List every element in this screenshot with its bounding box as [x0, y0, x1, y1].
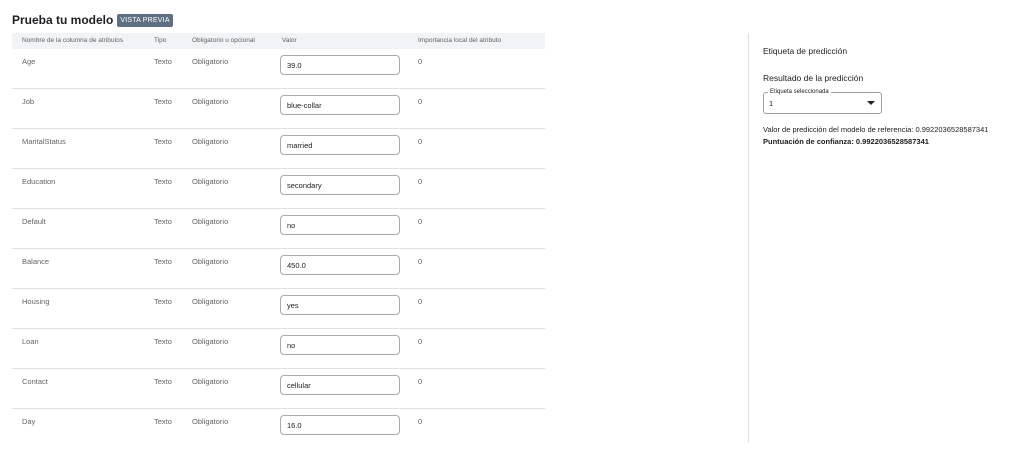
attribute-required: Obligatorio [192, 417, 229, 426]
attribute-type: Texto [154, 97, 172, 106]
attribute-required: Obligatorio [192, 57, 229, 66]
value-input-maritalstatus[interactable] [280, 135, 400, 155]
attribute-importance: 0 [418, 337, 423, 346]
column-header-name: Nombre de la columna de atributos [22, 37, 124, 44]
attribute-importance: 0 [418, 97, 423, 106]
table-row: Balance Texto Obligatorio 0 [12, 249, 545, 289]
attribute-type: Texto [154, 337, 172, 346]
selected-label-dropdown[interactable]: Etiqueta seleccionada 1 [763, 88, 882, 114]
column-header-required: Obligatorio u opcional [192, 37, 255, 44]
attribute-required: Obligatorio [192, 137, 229, 146]
value-input-day[interactable] [280, 415, 400, 435]
caret-down-icon [867, 101, 875, 105]
attribute-importance: 0 [418, 257, 423, 266]
attribute-type: Texto [154, 137, 172, 146]
table-row: Contact Texto Obligatorio 0 [12, 369, 545, 409]
attribute-name: Loan [22, 337, 39, 346]
value-input-balance[interactable] [280, 255, 400, 275]
table-row: Default Texto Obligatorio 0 [12, 209, 545, 249]
table-row: Job Texto Obligatorio 0 [12, 89, 545, 129]
value-input-housing[interactable] [280, 295, 400, 315]
attribute-type: Texto [154, 57, 172, 66]
confidence-score: Puntuación de confianza: 0.9922036528587… [763, 137, 929, 146]
panel-divider [748, 33, 749, 443]
value-input-contact[interactable] [280, 375, 400, 395]
attribute-name: Balance [22, 257, 50, 266]
attribute-name: Default [22, 217, 46, 226]
column-header-value: Valor [282, 37, 297, 44]
value-input-age[interactable] [280, 55, 400, 75]
attribute-importance: 0 [418, 137, 423, 146]
page-header: Prueba tu modelo VISTA PREVIA [12, 11, 173, 29]
attribute-required: Obligatorio [192, 377, 229, 386]
value-input-default[interactable] [280, 215, 400, 235]
attribute-importance: 0 [418, 297, 423, 306]
attribute-type: Texto [154, 257, 172, 266]
value-input-job[interactable] [280, 95, 400, 115]
column-header-type: Tipo [154, 37, 167, 44]
attribute-importance: 0 [418, 177, 423, 186]
attribute-type: Texto [154, 377, 172, 386]
attribute-name: Education [22, 177, 56, 186]
attribute-importance: 0 [418, 417, 423, 426]
prediction-result-title: Resultado de la predicción [763, 73, 864, 83]
column-header-importance: Importancia local del atributo [418, 37, 502, 44]
table-row: Loan Texto Obligatorio 0 [12, 329, 545, 369]
reference-prediction-value: Valor de predicción del modelo de refere… [763, 125, 989, 134]
table-row: Housing Texto Obligatorio 0 [12, 289, 545, 329]
table-row: MaritalStatus Texto Obligatorio 0 [12, 129, 545, 169]
attribute-required: Obligatorio [192, 177, 229, 186]
preview-badge: VISTA PREVIA [117, 13, 173, 27]
attribute-required: Obligatorio [192, 337, 229, 346]
attribute-importance: 0 [418, 217, 423, 226]
table-header-row: Nombre de la columna de atributos Tipo O… [12, 33, 545, 49]
attribute-required: Obligatorio [192, 217, 229, 226]
attribute-type: Texto [154, 417, 172, 426]
prediction-label-title: Etiqueta de predicción [763, 46, 848, 56]
attribute-name: Age [22, 57, 36, 66]
attribute-name: Housing [22, 297, 50, 306]
attribute-type: Texto [154, 177, 172, 186]
attribute-name: MaritalStatus [22, 137, 66, 146]
selected-label-value: 1 [769, 99, 774, 108]
attribute-importance: 0 [418, 57, 423, 66]
value-input-loan[interactable] [280, 335, 400, 355]
page-title: Prueba tu modelo [12, 13, 114, 27]
attribute-type: Texto [154, 297, 172, 306]
attribute-required: Obligatorio [192, 257, 229, 266]
attribute-name: Day [22, 417, 36, 426]
table-row: Age Texto Obligatorio 0 [12, 49, 545, 89]
attribute-type: Texto [154, 217, 172, 226]
attribute-required: Obligatorio [192, 97, 229, 106]
selected-label-caption: Etiqueta seleccionada [768, 88, 831, 96]
table-row: Education Texto Obligatorio 0 [12, 169, 545, 209]
attribute-required: Obligatorio [192, 297, 229, 306]
attribute-name: Job [22, 97, 35, 106]
table-row: Day Texto Obligatorio 0 [12, 409, 545, 449]
attribute-name: Contact [22, 377, 48, 386]
value-input-education[interactable] [280, 175, 400, 195]
attributes-table: Nombre de la columna de atributos Tipo O… [12, 33, 545, 449]
attribute-importance: 0 [418, 377, 423, 386]
